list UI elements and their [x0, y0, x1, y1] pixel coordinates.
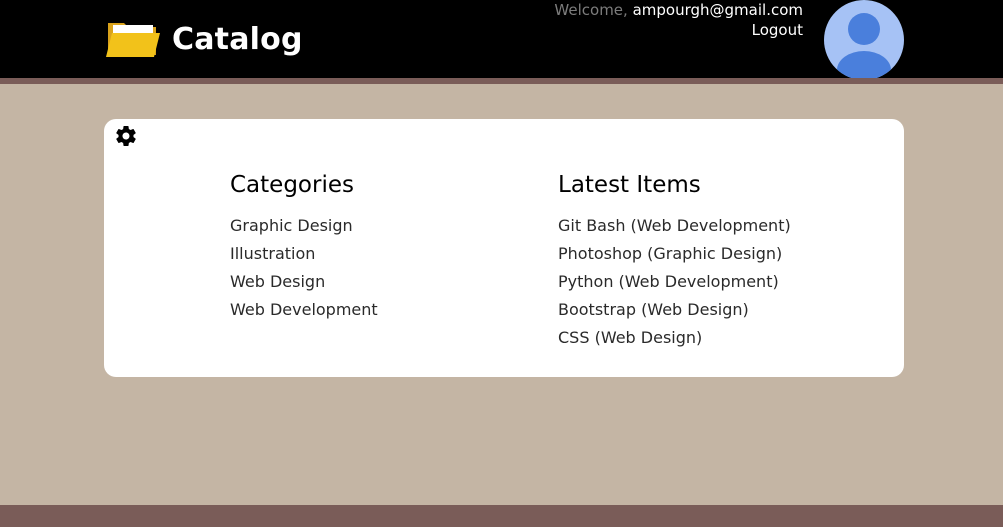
- welcome-label: Welcome,: [554, 1, 628, 19]
- user-info: Welcome, ampourgh@gmail.com Logout: [554, 0, 803, 40]
- user-avatar[interactable]: [824, 0, 904, 80]
- category-item[interactable]: Graphic Design: [230, 212, 378, 240]
- categories-list: Graphic Design Illustration Web Design W…: [230, 212, 378, 324]
- gear-icon[interactable]: [114, 124, 138, 148]
- latest-item[interactable]: Git Bash (Web Development): [558, 212, 791, 240]
- latest-item[interactable]: CSS (Web Design): [558, 324, 791, 352]
- folder-icon: [106, 23, 160, 57]
- latest-item[interactable]: Bootstrap (Web Design): [558, 296, 791, 324]
- user-email: ampourgh@gmail.com: [632, 1, 803, 19]
- logout-link[interactable]: Logout: [554, 20, 803, 40]
- categories-heading: Categories: [230, 172, 354, 198]
- category-item[interactable]: Web Development: [230, 296, 378, 324]
- header-divider: [0, 78, 1003, 84]
- footer-bar: [0, 505, 1003, 527]
- brand-link[interactable]: Catalog: [106, 14, 303, 64]
- latest-items-list: Git Bash (Web Development) Photoshop (Gr…: [558, 212, 791, 352]
- category-item[interactable]: Illustration: [230, 240, 378, 268]
- latest-item[interactable]: Python (Web Development): [558, 268, 791, 296]
- app-title: Catalog: [172, 21, 303, 57]
- content-card: Categories Graphic Design Illustration W…: [104, 119, 904, 377]
- category-item[interactable]: Web Design: [230, 268, 378, 296]
- categories-column: Categories Graphic Design Illustration W…: [230, 171, 378, 324]
- latest-item[interactable]: Photoshop (Graphic Design): [558, 240, 791, 268]
- latest-items-column: Latest Items Git Bash (Web Development) …: [558, 171, 791, 352]
- user-avatar-icon: [837, 13, 891, 80]
- top-navbar: Catalog Welcome, ampourgh@gmail.com Logo…: [0, 0, 1003, 80]
- latest-items-heading: Latest Items: [558, 172, 701, 198]
